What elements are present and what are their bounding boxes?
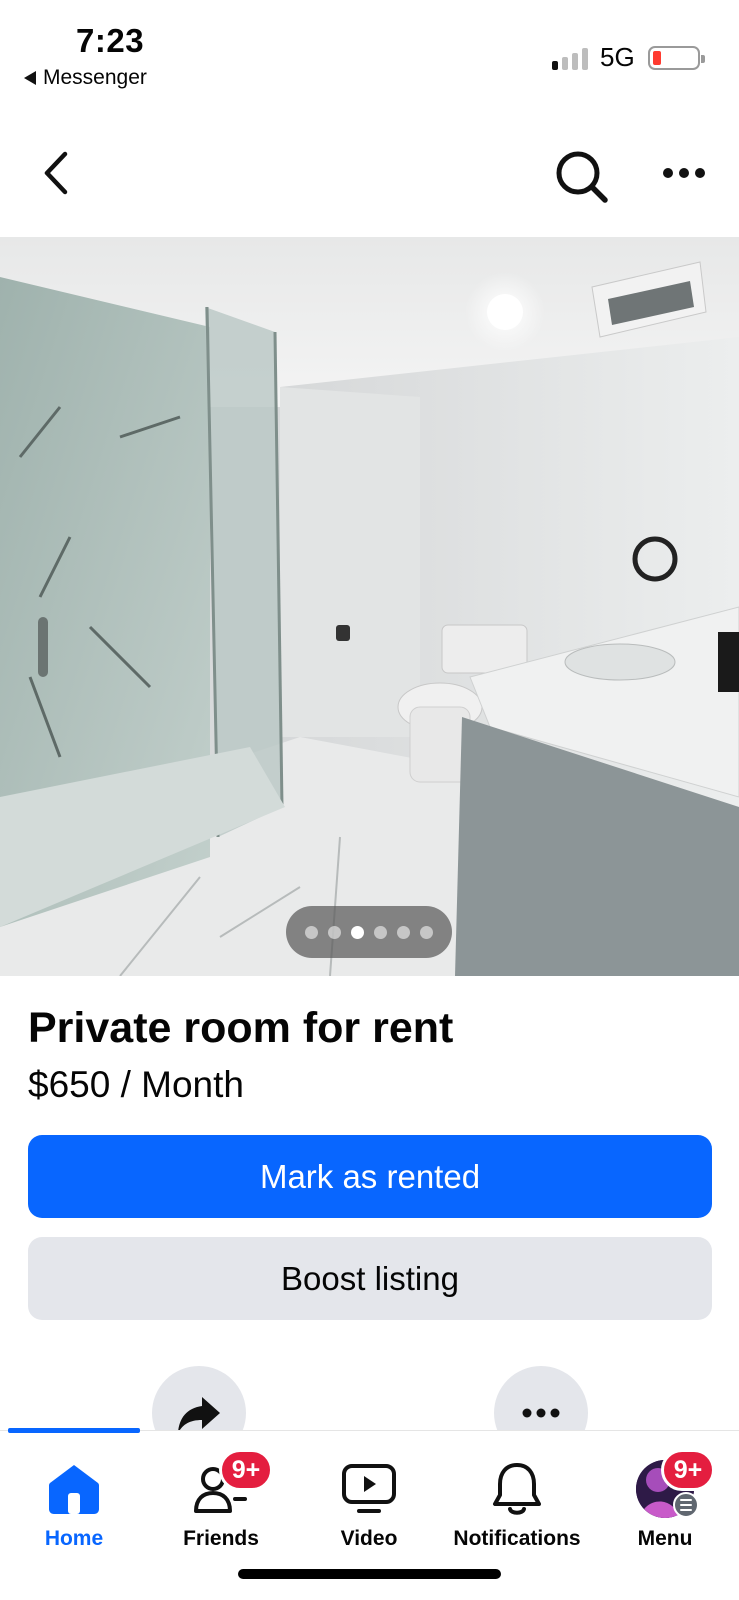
bathroom-photo-image — [0, 237, 739, 976]
search-button[interactable] — [550, 145, 614, 209]
tab-home[interactable]: Home — [0, 1431, 148, 1561]
listing-price: $650 / Month — [28, 1064, 244, 1105]
tab-menu[interactable]: 9+ Menu — [591, 1431, 739, 1561]
back-button[interactable] — [28, 145, 84, 201]
pagination-dot[interactable] — [397, 925, 410, 939]
tab-label: Menu — [637, 1527, 693, 1550]
tab-notifications[interactable]: Notifications — [443, 1431, 591, 1561]
home-indicator — [238, 1569, 501, 1579]
status-time: 7:23 — [76, 22, 145, 59]
signal-icon — [552, 48, 588, 70]
menu-hamburger-icon — [673, 1492, 699, 1518]
photo-pagination[interactable] — [286, 906, 452, 958]
bell-icon — [485, 1457, 549, 1521]
tab-label: Friends — [183, 1527, 259, 1550]
chevron-left-icon — [44, 151, 68, 195]
listing-title: Private room for rent — [28, 1004, 454, 1052]
menu-badge: 9+ — [661, 1449, 715, 1491]
more-horizontal-icon — [522, 1408, 560, 1418]
more-horizontal-icon — [663, 168, 705, 178]
more-options-button[interactable] — [656, 145, 712, 201]
top-nav — [0, 125, 739, 225]
tab-friends[interactable]: 9+ Friends — [147, 1431, 295, 1561]
back-app-label: Messenger — [43, 66, 147, 89]
friends-badge: 9+ — [219, 1449, 273, 1491]
pagination-dot[interactable] — [420, 925, 433, 939]
tab-label: Home — [44, 1527, 104, 1550]
mark-as-rented-button[interactable]: Mark as rented — [28, 1135, 712, 1218]
search-icon — [556, 151, 608, 203]
boost-listing-button[interactable]: Boost listing — [28, 1237, 712, 1320]
share-arrow-icon — [178, 1397, 220, 1433]
pagination-dot[interactable] — [305, 925, 318, 939]
pagination-dot[interactable] — [374, 925, 387, 939]
network-type: 5G — [600, 42, 635, 72]
tab-label: Notifications — [453, 1527, 581, 1550]
battery-icon — [648, 46, 705, 70]
status-bar: 7:23 Messenger 5G — [0, 0, 739, 110]
listing-photo[interactable] — [0, 237, 739, 976]
back-triangle-icon — [24, 71, 36, 85]
tab-video[interactable]: Video — [295, 1431, 443, 1561]
video-icon — [337, 1457, 401, 1521]
home-icon — [42, 1457, 106, 1521]
pagination-dot[interactable] — [328, 925, 341, 939]
back-to-app-link[interactable]: Messenger — [24, 66, 147, 90]
pagination-dot-active[interactable] — [351, 925, 364, 939]
tab-label: Video — [340, 1527, 398, 1550]
